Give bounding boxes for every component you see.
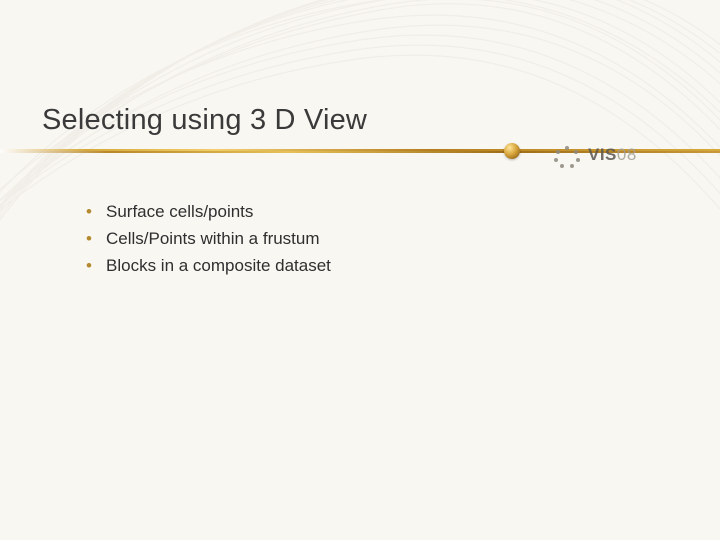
list-item: Blocks in a composite dataset [82,255,660,277]
bullet-list: Surface cells/points Cells/Points within… [42,201,660,282]
logo-text-light: 08 [617,145,637,164]
list-item: Surface cells/points [82,201,660,223]
logo: VIS08 [552,138,692,172]
slide-title: Selecting using 3 D View [42,104,367,137]
divider-bead-icon [504,143,520,159]
logo-text-bold: VIS [588,145,617,164]
logo-mark-icon [552,144,582,166]
list-item: Cells/Points within a frustum [82,228,660,250]
logo-text: VIS08 [588,145,637,165]
slide: Selecting using 3 D View VIS08 Surface c… [0,0,720,540]
